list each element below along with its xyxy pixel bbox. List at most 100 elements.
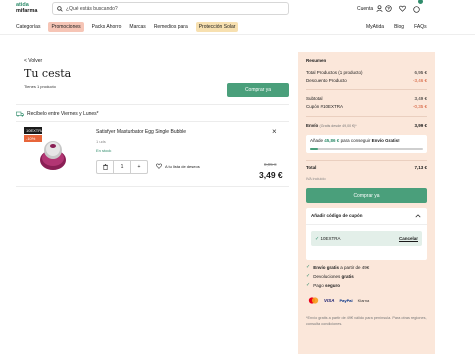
help-icon[interactable] xyxy=(385,5,392,12)
summary-row-total: Total 7,13 € xyxy=(306,165,427,170)
cart-count-badge xyxy=(418,0,423,4)
benefit-text: Pago xyxy=(313,282,325,288)
progress-fill xyxy=(310,148,318,150)
divider xyxy=(16,186,289,187)
back-link[interactable]: < Volver xyxy=(24,58,42,64)
shipping-value: 3,99 € xyxy=(414,123,427,128)
stock-status: En stock xyxy=(96,148,112,153)
cart-icon xyxy=(413,5,420,13)
payment-methods: VISA PayPal Klarna xyxy=(308,297,369,304)
product-name[interactable]: Satisfyer Masturbator Egg Single Bubble xyxy=(96,129,186,135)
benefit-free-shipping: ✓ Envío gratis a partir de 49€ xyxy=(306,264,369,270)
coupon-title[interactable]: Añadir código de cupón xyxy=(311,213,363,218)
nav-packs-ahorro[interactable]: Packs Ahorro xyxy=(92,24,122,30)
visa-logo: VISA xyxy=(324,298,335,303)
wishlist-button[interactable]: A tu lista de deseos xyxy=(156,163,200,169)
free-shipping-pre: Añade xyxy=(310,138,324,143)
chevron-up-icon[interactable] xyxy=(415,214,421,218)
coupon-section: Añadir código de cupón ✓ 10EXTRA Cancela… xyxy=(306,208,427,260)
search-icon xyxy=(57,5,63,12)
current-price: 3,49 € xyxy=(259,170,283,180)
mastercard-icon xyxy=(308,297,319,304)
klarna-logo: Klarna xyxy=(357,298,370,303)
row-label: Total Productos (1 producto) xyxy=(306,70,363,75)
heart-outline-icon xyxy=(156,163,162,169)
product-count: Tienes 1 producto xyxy=(24,84,56,89)
remove-item-button[interactable]: × xyxy=(272,127,277,136)
summary-row-total-products: Total Productos (1 producto) 6,95 € xyxy=(306,70,427,75)
product-units: 1 uds xyxy=(96,139,106,144)
nav-remedios[interactable]: Remedios para xyxy=(154,24,188,30)
benefit-free-returns: ✓ Devoluciones gratis xyxy=(306,273,354,279)
product-image[interactable] xyxy=(38,136,68,172)
search-placeholder: ¿Qué estás buscando? xyxy=(66,5,118,12)
check-icon: ✓ xyxy=(306,282,311,288)
nav-faqs[interactable]: FAQs xyxy=(414,24,427,30)
benefit-secure-payment: ✓ Pago seguro xyxy=(306,282,340,288)
wishlist-label: A tu lista de deseos xyxy=(165,163,200,169)
row-label: Envío (Gratis desde 49,00 €)* xyxy=(306,123,357,128)
divider xyxy=(16,104,289,105)
benefit-text: Devoluciones xyxy=(313,273,342,279)
divider xyxy=(306,89,427,90)
search-input[interactable]: ¿Qué estás buscando? xyxy=(52,2,289,15)
shipping-estimate: Recíbelo entre Viernes y Lunes* xyxy=(16,111,99,117)
nav-secondary: MyAtida Blog FAQs xyxy=(366,22,427,32)
check-icon: ✓ xyxy=(306,264,311,270)
divider xyxy=(306,116,427,117)
shipping-note: (Gratis desde 49,00 €)* xyxy=(319,124,357,128)
quantity-stepper: 1 + xyxy=(96,160,148,174)
trash-icon xyxy=(102,164,108,170)
paypal-logo: PayPal xyxy=(339,298,353,303)
account-button[interactable]: Cuenta xyxy=(357,2,383,15)
check-icon: ✓ xyxy=(315,235,320,242)
nav-blog[interactable]: Blog xyxy=(394,24,404,30)
atida-logo[interactable]: atida mifarma xyxy=(16,2,38,14)
coupon-code: 10EXTRA xyxy=(320,235,341,241)
nav-main: Categorías Promociones Packs Ahorro Marc… xyxy=(16,22,246,32)
delete-button[interactable] xyxy=(97,161,113,173)
total-value: 7,13 € xyxy=(414,165,427,170)
summary-row-discount: Descuento Producto -3,46 € xyxy=(306,78,427,83)
row-value: 3,49 € xyxy=(414,96,427,101)
increment-button[interactable]: + xyxy=(131,161,147,173)
nav-promociones[interactable]: Promociones xyxy=(48,22,84,32)
logo-line2: mifarma xyxy=(16,7,38,14)
summary-row-coupon: Cupón #10EXTRA -0,35 € xyxy=(306,104,427,109)
shipping-text: Recíbelo entre Viernes y Lunes* xyxy=(27,111,99,117)
divider xyxy=(306,160,427,161)
check-icon: ✓ xyxy=(306,273,311,279)
quantity-value[interactable]: 1 xyxy=(113,161,131,173)
row-value: 6,95 € xyxy=(414,70,427,75)
cancel-coupon-link[interactable]: Cancelar xyxy=(399,236,418,241)
heart-icon[interactable] xyxy=(399,5,406,12)
old-price: 8,95 € xyxy=(264,162,277,167)
nav-categorias[interactable]: Categorías xyxy=(16,24,40,30)
total-label: Total xyxy=(306,165,317,170)
benefit-bold: seguro xyxy=(324,282,340,288)
nav-myatida[interactable]: MyAtida xyxy=(366,24,384,30)
nav-marcas[interactable]: Marcas xyxy=(129,24,145,30)
nav-proteccion-solar[interactable]: Protección Solar xyxy=(195,22,239,32)
row-label: Descuento Producto xyxy=(306,78,347,83)
divider xyxy=(16,121,289,122)
applied-coupon: ✓ 10EXTRA Cancelar xyxy=(311,231,422,246)
free-shipping-progress: Añade 45,86 € para conseguir Envío Grati… xyxy=(306,135,427,153)
cart-button[interactable] xyxy=(413,0,423,18)
free-shipping-amount: 45,86 € xyxy=(324,138,340,143)
free-shipping-post: para conseguir xyxy=(340,138,371,143)
truck-icon xyxy=(16,111,24,117)
iva-note: IVA incluido xyxy=(306,177,326,181)
row-label: Subtotal xyxy=(306,96,323,101)
summary-row-shipping: Envío (Gratis desde 49,00 €)* 3,99 € xyxy=(306,123,427,128)
divider xyxy=(306,224,427,225)
benefit-text: a partir de 49€ xyxy=(338,264,370,270)
buy-now-button-top[interactable]: Comprar ya xyxy=(227,83,289,97)
account-label: Cuenta xyxy=(357,5,374,12)
free-shipping-bold: Envío Gratis! xyxy=(371,138,400,143)
shipping-footnote: *Envío gratis a partir de 49€ válido par… xyxy=(306,316,427,326)
coupon-badge: 10EXTRA xyxy=(24,127,44,134)
progress-track xyxy=(310,148,423,150)
buy-now-button[interactable]: Comprar ya xyxy=(306,188,427,203)
user-icon xyxy=(376,5,383,12)
